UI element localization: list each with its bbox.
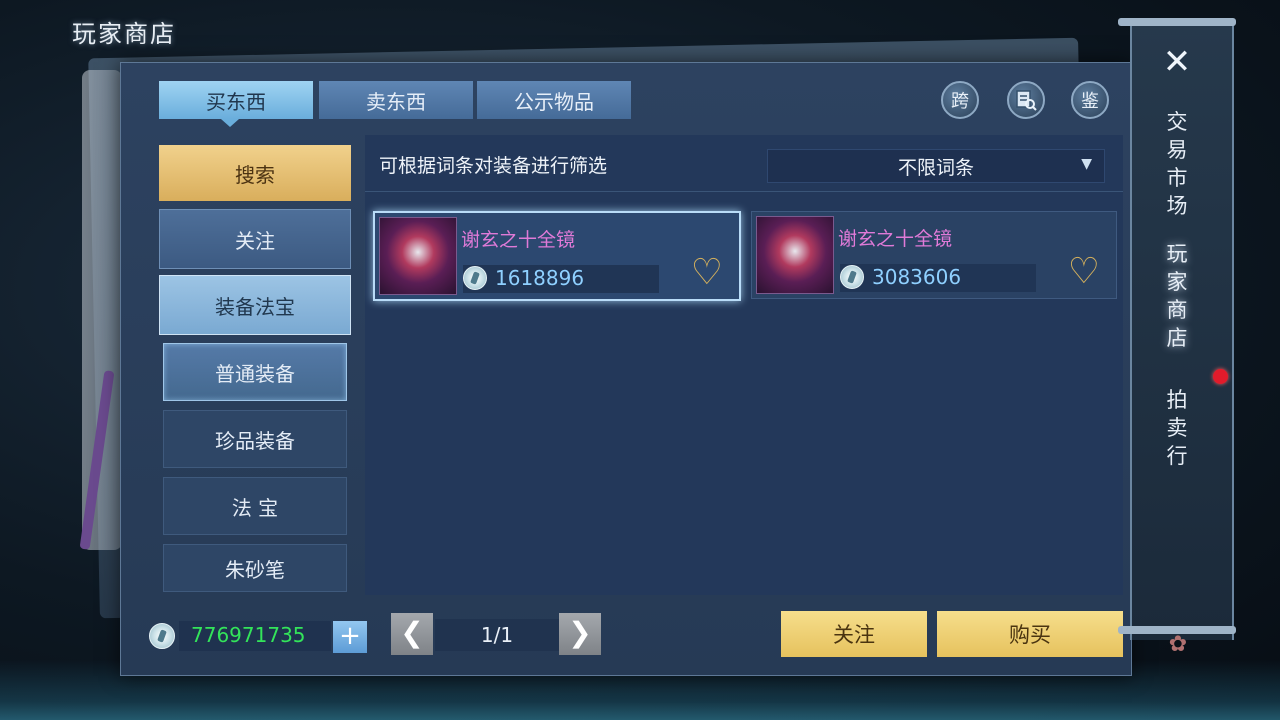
close-button[interactable]: ✕ [1157,42,1197,82]
coin-icon [463,266,487,290]
item-name: 谢玄之十全镜 [838,228,953,250]
coin-icon [840,265,864,289]
divider [365,191,1123,192]
sidebar-item-rare-equipment[interactable]: 珍品装备 [163,410,347,468]
prev-page-button[interactable]: ❮ [391,613,433,655]
menu-item-trade-market[interactable]: 交易市场 [1162,108,1192,220]
sidebar-search-button[interactable]: 搜索 [159,145,351,201]
dropdown-value: 不限词条 [897,156,974,179]
cross-server-button[interactable]: 跨 [941,81,979,119]
book-spine [82,70,122,550]
tab-buy[interactable]: 买东西 [159,81,313,119]
page-title: 玩家商店 [72,20,176,48]
sidebar-item-magic-treasure[interactable]: 法 宝 [163,477,347,535]
item-list-area: 可根据词条对装备进行筛选 不限词条 ▼ 谢玄之十全镜 1618896 ♡ 谢玄之… [365,135,1123,595]
search-book-icon [1016,90,1037,111]
sidebar-item-cinnabar-pen[interactable]: 朱砂笔 [163,544,347,592]
sidebar-category-equipment[interactable]: 装备法宝 [159,275,351,335]
heart-icon[interactable]: ♡ [1068,254,1100,290]
sidebar: 搜索 关注 装备法宝 普通装备 珍品装备 法 宝 朱砂笔 [149,135,365,595]
bottom-bar: 776971735 + ❮ 1/1 ❯ 关注 购买 [121,603,1131,675]
tab-pointer [221,119,239,127]
tab-public-items[interactable]: 公示物品 [477,81,631,119]
mirror-item-icon [756,216,834,294]
item-price: 3083606 [872,265,962,289]
appraise-button[interactable]: 鉴 [1071,81,1109,119]
menu-item-player-shop[interactable]: 玩家商店 [1162,240,1192,352]
heart-icon[interactable]: ♡ [691,255,723,291]
item-card[interactable]: 谢玄之十全镜 1618896 ♡ [373,211,741,301]
wallet-balance-box: 776971735 [179,621,331,651]
item-card[interactable]: 谢玄之十全镜 3083606 ♡ [751,211,1117,299]
notification-dot [1213,369,1228,384]
item-price: 1618896 [495,266,585,290]
follow-button[interactable]: 关注 [781,611,927,657]
mirror-item-icon [379,217,457,295]
price-box: 3083606 [840,264,1036,292]
next-page-button[interactable]: ❯ [559,613,601,655]
buy-button[interactable]: 购买 [937,611,1123,657]
scroll-rod-top [1118,18,1236,26]
wallet-coin-icon [149,623,175,649]
price-box: 1618896 [463,265,659,293]
add-currency-button[interactable]: + [333,621,367,653]
shop-panel: 买东西 卖东西 公示物品 跨 鉴 搜索 关注 装备法宝 普通装备 珍品装备 法 … [120,62,1132,676]
filter-label: 可根据词条对装备进行筛选 [379,155,608,177]
item-name: 谢玄之十全镜 [461,229,576,251]
menu-item-auction-house[interactable]: 拍卖行 [1162,386,1192,470]
sidebar-item-normal-equipment[interactable]: 普通装备 [163,343,347,401]
search-book-button[interactable] [1007,81,1045,119]
affix-filter-dropdown[interactable]: 不限词条 ▼ [767,149,1105,183]
chevron-down-icon: ▼ [1081,156,1092,172]
tab-sell[interactable]: 卖东西 [319,81,473,119]
page-indicator: 1/1 [435,619,559,651]
tassel-icon: ✿ [1168,632,1188,657]
wallet-balance: 776971735 [191,623,306,647]
sidebar-follow-button[interactable]: 关注 [159,209,351,269]
